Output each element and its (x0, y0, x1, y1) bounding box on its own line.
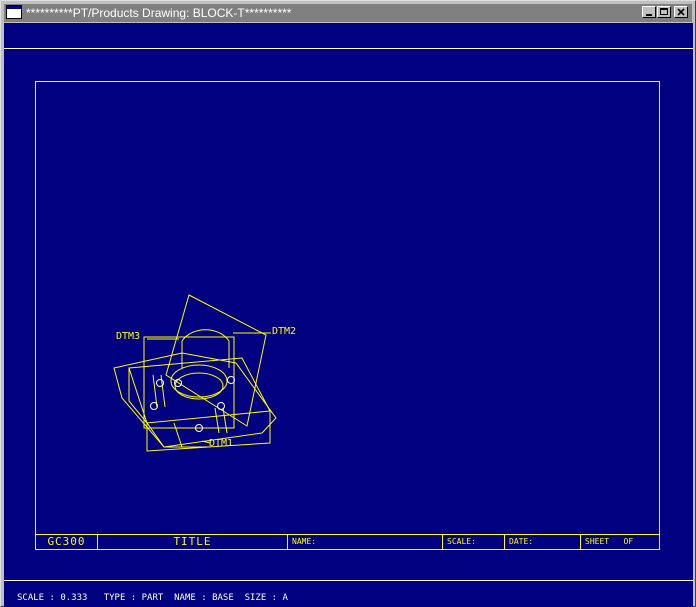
block-top-face (128, 357, 271, 424)
datum-plane-dtm3 (143, 336, 235, 429)
sheet-label: SHEET (585, 537, 610, 546)
title-block: GC300 TITLE NAME: SCALE: DATE: SHEET OF (35, 534, 660, 550)
drawing-canvas[interactable]: DTM2 DTM3 DTM1 GC300 TITLE NAME: SCALE: … (4, 23, 693, 607)
minimize-icon (646, 14, 652, 16)
window-menu-icon[interactable] (6, 5, 22, 19)
title-field[interactable]: TITLE (98, 535, 288, 549)
name-field[interactable]: NAME: (288, 535, 443, 549)
status-line: SCALE : 0.333 TYPE : PART NAME : BASE SI… (17, 593, 288, 603)
title-bar[interactable]: **********PT/Products Drawing: BLOCK-T**… (4, 4, 692, 22)
part-model-view[interactable] (4, 23, 693, 607)
drawing-window: **********PT/Products Drawing: BLOCK-T**… (0, 0, 696, 607)
of-label: OF (623, 537, 634, 546)
maximize-icon (660, 8, 668, 15)
sheet-field[interactable]: SHEET OF (581, 535, 659, 549)
window-title: **********PT/Products Drawing: BLOCK-T**… (26, 6, 292, 20)
close-icon (677, 8, 685, 16)
datum-label-dtm2[interactable]: DTM2 (272, 326, 296, 337)
drawing-number[interactable]: GC300 (36, 535, 98, 549)
datum-label-dtm1[interactable]: DTM1 (209, 438, 233, 449)
date-field[interactable]: DATE: (505, 535, 581, 549)
scale-field[interactable]: SCALE: (443, 535, 505, 549)
datum-label-dtm3[interactable]: DTM3 (116, 331, 140, 342)
minimize-button[interactable] (642, 6, 656, 18)
close-button[interactable] (674, 6, 688, 18)
maximize-button[interactable] (657, 6, 671, 18)
